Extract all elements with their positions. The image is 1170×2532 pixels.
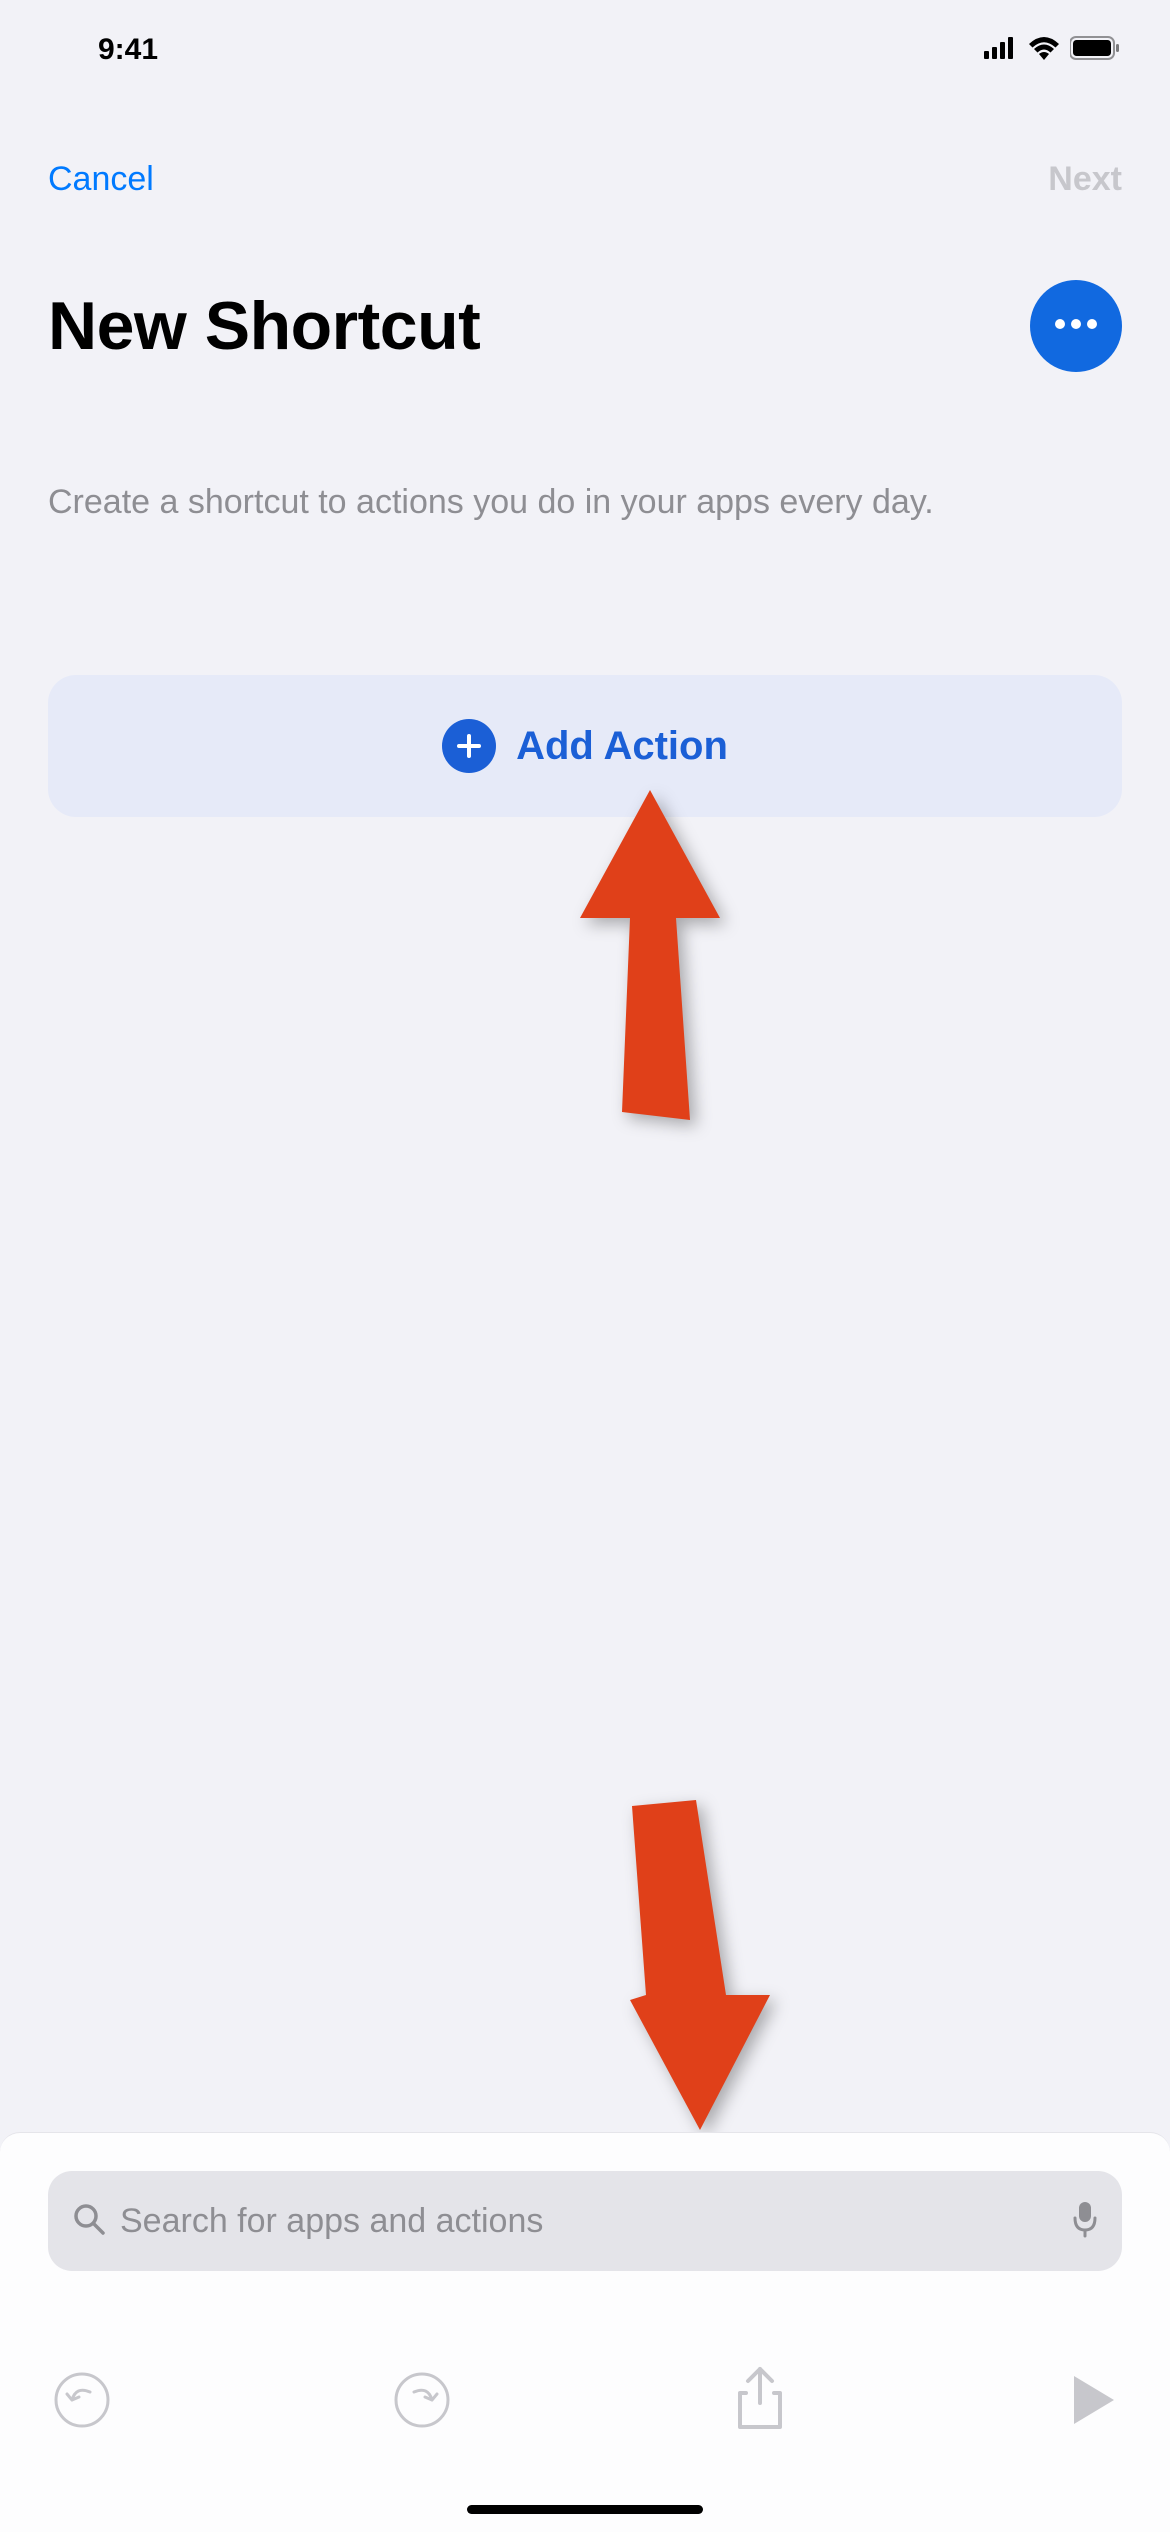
cancel-button[interactable]: Cancel xyxy=(48,160,154,199)
play-button[interactable] xyxy=(1068,2372,1118,2433)
battery-icon xyxy=(1070,36,1120,65)
microphone-icon[interactable] xyxy=(1072,2200,1098,2243)
wifi-icon xyxy=(1028,36,1060,65)
ellipsis-icon xyxy=(1053,317,1099,335)
status-time: 9:41 xyxy=(98,33,158,67)
nav-bar: Cancel Next xyxy=(0,160,1170,199)
page-title: New Shortcut xyxy=(48,287,480,365)
cellular-icon xyxy=(984,37,1018,64)
home-indicator xyxy=(467,2505,703,2514)
plus-circle-icon xyxy=(442,719,496,773)
undo-button[interactable] xyxy=(52,2370,112,2435)
search-bar[interactable] xyxy=(48,2171,1122,2271)
status-indicators xyxy=(984,36,1120,65)
title-row: New Shortcut xyxy=(0,280,1170,372)
next-button[interactable]: Next xyxy=(1048,160,1122,199)
toolbar xyxy=(0,2342,1170,2462)
page-subtitle: Create a shortcut to actions you do in y… xyxy=(48,480,1122,526)
add-action-button[interactable]: Add Action xyxy=(48,675,1122,817)
more-options-button[interactable] xyxy=(1030,280,1122,372)
annotation-arrow-up xyxy=(580,790,760,1135)
bottom-panel xyxy=(0,2132,1170,2532)
add-action-label: Add Action xyxy=(516,724,728,769)
search-icon xyxy=(72,2202,106,2241)
share-button[interactable] xyxy=(732,2365,788,2440)
redo-button[interactable] xyxy=(392,2370,452,2435)
annotation-arrow-down xyxy=(590,1800,770,2135)
status-bar: 9:41 xyxy=(0,0,1170,100)
search-input[interactable] xyxy=(120,2202,1058,2241)
